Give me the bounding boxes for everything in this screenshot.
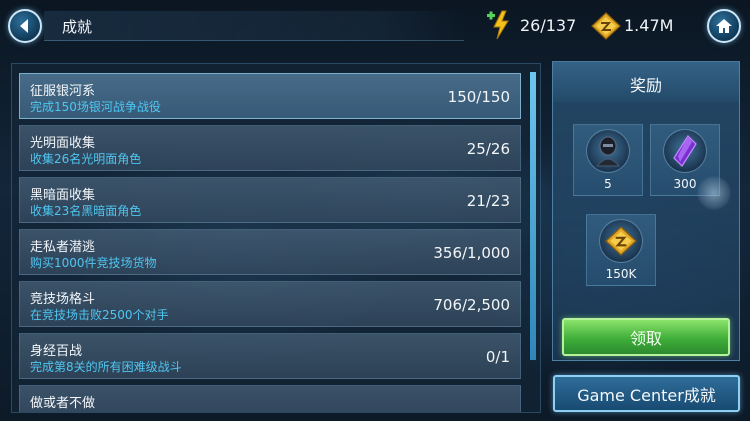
achievement-row[interactable]: 做或者不做	[19, 385, 521, 412]
page-title: 成就	[62, 18, 93, 36]
home-icon	[716, 19, 732, 33]
achievement-name: 黑暗面收集	[30, 188, 96, 203]
home-button[interactable]	[707, 9, 741, 43]
reward-slot[interactable]: 5	[573, 124, 643, 196]
scrollbar-thumb[interactable]	[530, 72, 536, 360]
achievement-row[interactable]: 身经百战 完成第8关的所有困难级战斗 0/1	[19, 333, 521, 379]
character-shard-icon	[595, 136, 621, 167]
scroll-knob[interactable]	[697, 176, 731, 210]
achievement-row[interactable]: 光明面收集 收集26名光明面角色 25/26	[19, 125, 521, 171]
achievement-progress: 150/150	[447, 88, 510, 106]
achievement-progress: 25/26	[466, 140, 510, 158]
game-center-button[interactable]: Game Center成就	[553, 375, 740, 412]
achievement-description: 完成第8关的所有困难级战斗	[30, 360, 182, 374]
credits-value: 1.47M	[624, 16, 674, 35]
achievement-row[interactable]: 走私者潜逃 购买1000件竞技场货物 356/1,000	[19, 229, 521, 275]
reward-slot[interactable]: 150K	[586, 214, 656, 286]
reward-icon-frame	[599, 219, 643, 263]
achievement-progress: 706/2,500	[433, 296, 510, 314]
achievement-list[interactable]: 征服银河系 完成150场银河战争战役 150/150 光明面收集 收集26名光明…	[11, 63, 541, 413]
energy-value: 26/137	[520, 16, 577, 35]
reward-header: 奖励	[553, 62, 739, 102]
back-arrow-icon	[20, 19, 28, 33]
credits-icon	[591, 12, 621, 40]
purple-crystal-icon	[673, 135, 697, 167]
achievement-name: 做或者不做	[30, 396, 96, 411]
title-plate	[44, 11, 464, 41]
achievement-description: 收集23名黑暗面角色	[30, 204, 142, 218]
achievement-name: 竞技场格斗	[30, 292, 96, 307]
list-scrollbar[interactable]	[530, 72, 536, 360]
reward-icon-frame	[663, 129, 707, 173]
achievement-name: 身经百战	[30, 344, 83, 359]
reward-title: 奖励	[629, 76, 662, 95]
energy-icon	[487, 10, 509, 40]
achievement-description: 在竞技场击败2500个对手	[30, 308, 169, 322]
achievement-description: 完成150场银河战争战役	[30, 100, 161, 114]
achievement-name: 走私者潜逃	[30, 240, 96, 255]
reward-amount: 5	[604, 177, 612, 191]
back-button[interactable]	[8, 9, 42, 43]
achievement-name: 光明面收集	[30, 136, 96, 151]
achievement-description: 收集26名光明面角色	[30, 152, 142, 166]
reward-panel: 奖励 5 300 150K	[552, 61, 740, 361]
credits-icon	[605, 226, 637, 256]
achievement-row[interactable]: 竞技场格斗 在竞技场击败2500个对手 706/2,500	[19, 281, 521, 327]
top-bar: 成就 26/137 1.47M	[0, 0, 750, 56]
claim-button[interactable]: 领取	[562, 318, 730, 356]
achievement-progress: 21/23	[466, 192, 510, 210]
achievement-row[interactable]: 黑暗面收集 收集23名黑暗面角色 21/23	[19, 177, 521, 223]
reward-amount: 150K	[605, 267, 637, 281]
achievement-progress: 0/1	[485, 348, 510, 366]
achievement-row[interactable]: 征服银河系 完成150场银河战争战役 150/150	[19, 73, 521, 119]
achievement-name: 征服银河系	[30, 84, 96, 99]
achievement-progress: 356/1,000	[433, 244, 510, 262]
reward-icon-frame	[586, 129, 630, 173]
achievement-description: 购买1000件竞技场货物	[30, 256, 157, 270]
